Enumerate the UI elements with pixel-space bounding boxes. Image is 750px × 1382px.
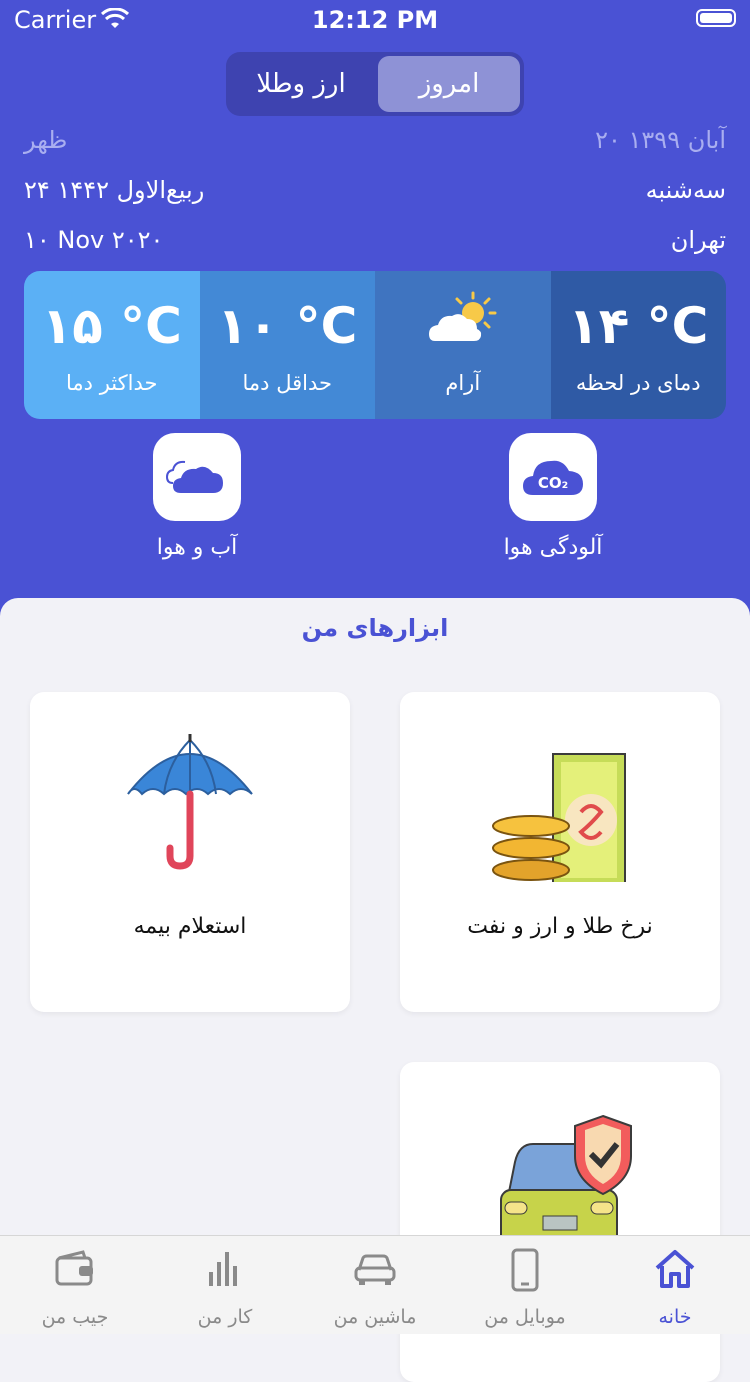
wallet-icon [0,1248,150,1292]
weather-button-box[interactable] [153,433,241,521]
co2-cloud-icon: CO₂ [521,451,585,503]
min-temp-cell: ۱۰ °C حداقل دما [199,271,375,419]
tab-wallet-label: جیب من [41,1306,109,1328]
current-temp-label: دمای در لحظه [575,371,701,395]
jalali-date: ۲۰ آبان ۱۳۹۹ [595,126,726,154]
clock: 12:12 PM [311,6,439,34]
svg-text:CO₂: CO₂ [538,474,568,492]
air-pollution-label: آلودگی هوا [503,535,603,560]
car-shield-icon [400,1102,720,1256]
battery-icon [696,9,736,27]
current-temp-value: ۱۴ °C [568,297,709,355]
time-of-day: ظهر [24,126,68,154]
air-pollution-button[interactable]: CO₂ آلودگی هوا [473,433,633,560]
tab-work-label: کار من [197,1306,253,1328]
tab-currency-gold[interactable]: ارز وطلا [230,56,372,112]
tab-work[interactable]: کار من [150,1236,300,1334]
tab-mobile-label: موبایل من [484,1306,566,1328]
tab-home-label: خانه [658,1306,692,1328]
tab-bar: جیب من کار من ماشین من موبایل من خانه [0,1235,750,1334]
weather-button[interactable]: آب و هوا [117,433,277,560]
bar-chart-icon [150,1248,300,1292]
air-pollution-button-box[interactable]: CO₂ [509,433,597,521]
coins-money-icon [400,732,720,887]
tab-mobile[interactable]: موبایل من [450,1236,600,1334]
max-temp-value: ۱۵ °C [41,297,182,355]
weekday: سه‌شنبه [645,176,726,204]
hijri-date: ۲۴ ربیع‌الاول ۱۴۴۲ [24,176,205,204]
condition-cell: آرام [375,271,551,419]
gold-currency-label: نرخ طلا و ارز و نفت [467,914,653,939]
status-bar: Carrier 12:12 PM [0,0,750,40]
tab-wallet[interactable]: جیب من [0,1236,150,1334]
mobile-icon [450,1248,600,1292]
weather-strip: ۱۵ °C حداکثر دما ۱۰ °C حداقل دما آرام ۱۴… [24,271,726,419]
cloud-icon [165,453,229,501]
tab-car[interactable]: ماشین من [300,1236,450,1334]
tab-today[interactable]: امروز [378,56,520,112]
tab-home[interactable]: خانه [600,1236,750,1334]
min-temp-value: ۱۰ °C [217,297,358,355]
segmented-control: ارز وطلا امروز [226,52,524,116]
min-temp-label: حداقل دما [242,371,332,395]
tools-title: ابزارهای من [301,614,449,642]
condition-label: آرام [445,371,481,395]
current-temp-cell: ۱۴ °C دمای در لحظه [550,271,726,419]
max-temp-cell: ۱۵ °C حداکثر دما [24,271,200,419]
insurance-label: استعلام بیمه [133,914,247,939]
weather-label: آب و هوا [156,535,238,560]
car-icon [300,1248,450,1292]
max-temp-label: حداکثر دما [66,371,158,395]
insurance-card[interactable]: استعلام بیمه [30,692,350,1012]
tab-car-label: ماشین من [333,1306,417,1328]
gold-currency-card[interactable]: نرخ طلا و ارز و نفت [400,692,720,1012]
umbrella-icon [30,732,350,876]
gregorian-date: ۱۰ Nov ۲۰۲۰ [24,226,164,254]
car-insurance-card[interactable] [400,1062,720,1382]
city-name: تهران [670,226,726,254]
partly-sunny-icon [427,291,503,351]
home-icon [600,1248,750,1292]
